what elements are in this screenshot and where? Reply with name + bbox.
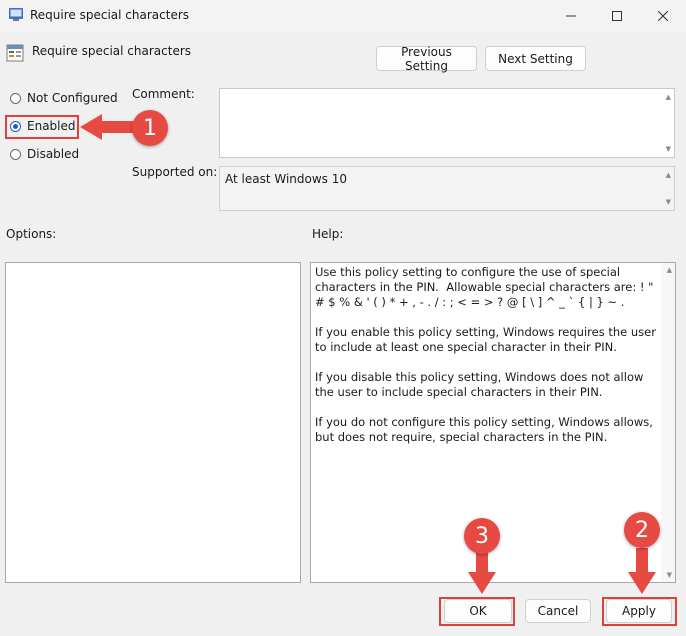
highlight-ok	[439, 597, 515, 626]
help-label: Help:	[312, 227, 344, 241]
arrow-down-icon	[468, 548, 496, 594]
minimize-button[interactable]	[548, 0, 594, 32]
minimize-icon	[566, 15, 576, 17]
supported-value: At least Windows 10	[225, 172, 348, 186]
scroll-down-icon[interactable]: ▼	[667, 571, 672, 579]
close-button[interactable]	[640, 0, 686, 32]
scroll-up-icon[interactable]: ▲	[666, 93, 671, 101]
options-panel	[5, 262, 301, 583]
radio-not-configured[interactable]: Not Configured	[10, 91, 118, 105]
policy-icon	[9, 8, 23, 21]
help-text: Use this policy setting to configure the…	[315, 265, 656, 444]
next-setting-button[interactable]: Next Setting	[485, 46, 586, 71]
policy-setting-icon	[6, 44, 24, 62]
scroll-up-icon[interactable]: ▲	[666, 171, 671, 179]
step-badge-1: 1	[132, 110, 168, 146]
radio-label: Disabled	[27, 147, 80, 161]
supported-value-box: At least Windows 10 ▲ ▼	[219, 166, 675, 211]
options-label: Options:	[6, 227, 57, 241]
maximize-icon	[612, 11, 622, 21]
window-title: Require special characters	[30, 8, 190, 22]
policy-name: Require special characters	[32, 44, 192, 58]
maximize-button[interactable]	[594, 0, 640, 32]
radio-disabled[interactable]: Disabled	[10, 147, 79, 161]
arrow-down-icon	[628, 548, 656, 594]
supported-label: Supported on:	[132, 165, 218, 179]
highlight-enabled	[5, 115, 79, 139]
comment-textarea[interactable]: ▲ ▼	[219, 88, 675, 158]
scroll-down-icon[interactable]: ▼	[666, 198, 671, 206]
radio-circle	[10, 92, 21, 104]
scroll-up-icon[interactable]: ▲	[667, 266, 672, 274]
step-badge-2: 2	[624, 512, 660, 548]
radio-label: Not Configured	[27, 91, 118, 105]
help-scrollbar[interactable]: ▲ ▼	[661, 263, 675, 582]
radio-circle	[10, 148, 21, 160]
scroll-down-icon[interactable]: ▼	[666, 145, 671, 153]
highlight-apply	[602, 597, 677, 626]
step-badge-3: 3	[464, 518, 500, 554]
cancel-button[interactable]: Cancel	[525, 599, 591, 623]
previous-setting-button[interactable]: Previous Setting	[376, 45, 477, 73]
comment-label: Comment:	[132, 87, 195, 101]
close-icon	[658, 11, 668, 21]
